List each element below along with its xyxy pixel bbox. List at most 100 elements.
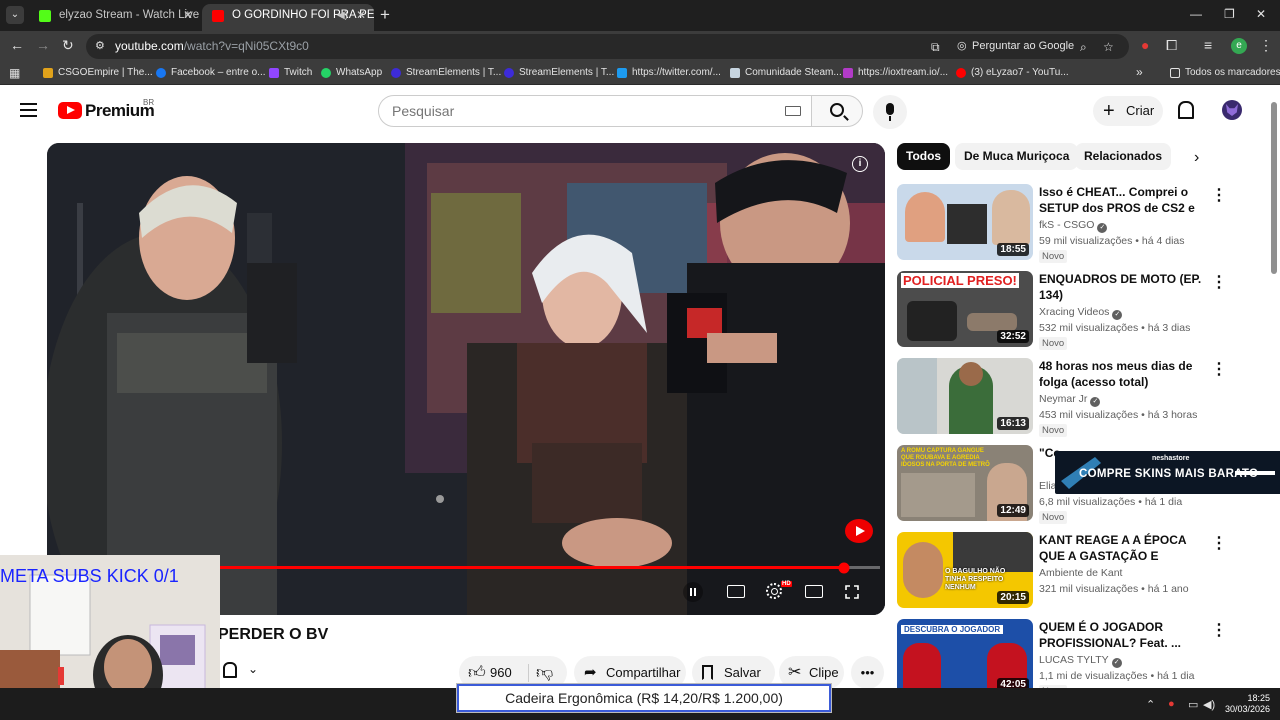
browser-toolbar: ← → ↻ ⚙ youtube.com/watch?v=qNi05CXt9c0 … xyxy=(0,31,1280,61)
bookmark-item[interactable]: StreamElements | T... xyxy=(391,66,501,80)
channel-name[interactable]: LUCAS TYLTY ✓ xyxy=(1039,654,1122,668)
progress-scrubber-wrap xyxy=(838,562,850,574)
bookmark-item[interactable]: Comunidade Steam... xyxy=(730,66,842,80)
theater-mode-icon[interactable] xyxy=(805,585,823,598)
site-info-icon[interactable]: ⚙ xyxy=(95,39,105,52)
chip-related[interactable]: Relacionados xyxy=(1075,143,1172,170)
bookmark-item[interactable]: Facebook – entre o... xyxy=(156,66,266,80)
volume-icon[interactable]: ◀) xyxy=(1203,698,1215,711)
window-close-icon[interactable]: ✕ xyxy=(1256,7,1266,21)
video-thumbnail[interactable]: A ROMU CAPTURA GANGUE QUE ROUBAVA E AGRE… xyxy=(897,445,1033,521)
more-bookmarks-icon[interactable]: » xyxy=(1136,64,1143,80)
close-tab-icon[interactable]: ✕ xyxy=(183,4,193,27)
channel-name[interactable]: Xracing Videos ✓ xyxy=(1039,306,1123,320)
tab-search-button[interactable]: ⌄ xyxy=(6,6,24,24)
address-bar[interactable]: ⚙ youtube.com/watch?v=qNi05CXt9c0 ⧉ ◎ Per… xyxy=(86,34,1129,59)
tray-chevron-icon[interactable]: ⌃ xyxy=(1146,698,1155,711)
video-title[interactable]: Isso é CHEAT... Comprei o SETUP dos PROS… xyxy=(1039,184,1209,216)
more-options-icon[interactable]: ⋮ xyxy=(1211,188,1227,204)
recommended-video[interactable]: DESCUBRA O JOGADOR 42:05 QUEM É O JOGADO… xyxy=(897,619,1262,698)
channel-name[interactable]: Neymar Jr ✓ xyxy=(1039,393,1101,407)
chevron-down-icon[interactable]: ⌄ xyxy=(248,662,258,676)
channel-name[interactable]: Ambiente de Kant xyxy=(1039,567,1122,579)
video-thumbnail[interactable]: DESCUBRA O JOGADOR 42:05 xyxy=(897,619,1033,695)
video-thumbnail[interactable]: O BAGULHO NÃO TINHA RESPEITO NENHUM 20:1… xyxy=(897,532,1033,608)
more-options-icon[interactable]: ⋮ xyxy=(1211,536,1227,552)
recommended-video[interactable]: POLICIAL PRESO! 32:52 ENQUADROS DE MOTO … xyxy=(897,271,1262,350)
search-input[interactable] xyxy=(392,96,752,126)
profile-avatar[interactable]: e xyxy=(1231,38,1247,54)
subtitles-icon[interactable] xyxy=(727,585,745,598)
voice-search-button[interactable] xyxy=(873,95,907,129)
video-thumbnail[interactable]: 18:55 xyxy=(897,184,1033,260)
keyboard-icon[interactable] xyxy=(785,106,801,116)
more-options-icon[interactable]: ⋮ xyxy=(1211,623,1227,639)
more-options-icon[interactable]: ⋮ xyxy=(1211,275,1227,291)
fullscreen-icon[interactable] xyxy=(845,585,859,599)
bookmark-item[interactable]: (3) eLyzao7 - YouTu... xyxy=(956,66,1069,80)
recommended-video[interactable]: 16:13 48 horas nos meus dias de folga (a… xyxy=(897,358,1262,437)
all-bookmarks-folder[interactable]: Todos os marcadores xyxy=(1170,66,1280,80)
reload-icon[interactable]: ↻ xyxy=(62,37,74,53)
video-player[interactable]: i xyxy=(47,143,885,615)
account-avatar[interactable] xyxy=(1222,100,1242,120)
close-tab-icon[interactable]: ✕ xyxy=(356,4,366,27)
audio-playing-icon[interactable]: ◀) xyxy=(337,4,348,27)
install-app-icon[interactable]: ⧉ xyxy=(931,40,940,55)
settings-gear-icon[interactable] xyxy=(766,583,782,599)
video-title[interactable]: KANT REAGE A A ÉPOCA QUE A GASTAÇÃO E PE… xyxy=(1039,532,1209,564)
subscription-bell-icon[interactable] xyxy=(222,662,237,678)
restore-icon[interactable]: ❐ xyxy=(1224,7,1235,21)
ask-google-button[interactable]: ◎ Perguntar ao Google xyxy=(954,36,1082,57)
pause-icon[interactable] xyxy=(683,582,703,602)
more-options-icon[interactable]: ⋮ xyxy=(1211,362,1227,378)
info-icon[interactable]: i xyxy=(852,156,868,172)
more-actions-button[interactable]: ••• xyxy=(851,656,884,689)
video-title[interactable]: QUEM É O JOGADOR PROFISSIONAL? Feat. ... xyxy=(1039,619,1209,651)
browser-tab-active[interactable]: O GORDINHO FOI PRA PER ◀) ✕ xyxy=(202,4,374,31)
back-icon[interactable]: ← xyxy=(10,37,24,53)
forward-icon[interactable]: → xyxy=(36,37,50,53)
video-title[interactable]: ENQUADROS DE MOTO (EP. 134) xyxy=(1039,271,1209,303)
video-title[interactable]: 48 horas nos meus dias de folga (acesso … xyxy=(1039,358,1209,390)
apps-grid-icon[interactable]: ▦ xyxy=(9,65,20,81)
bookmark-star-icon[interactable]: ☆ xyxy=(1103,40,1114,54)
browser-tab[interactable]: elyzao Stream - Watch Live on ✕ xyxy=(29,4,201,31)
system-clock[interactable]: 18:25 30/03/2026 xyxy=(1216,693,1270,715)
bookmark-item[interactable]: StreamElements | T... xyxy=(504,66,614,80)
zoom-icon[interactable]: ⌕ xyxy=(1080,40,1087,55)
bookmark-item[interactable]: https://ioxtream.io/... xyxy=(843,66,948,80)
channel-name[interactable]: fkS - CSGO ✓ xyxy=(1039,219,1108,233)
progress-scrubber[interactable] xyxy=(838,562,850,574)
network-icon[interactable]: ▭ xyxy=(1188,698,1198,711)
youtube-watermark-icon[interactable] xyxy=(845,519,873,543)
page-scrollbar[interactable] xyxy=(1270,92,1278,682)
extensions-puzzle-icon[interactable]: ⧠ xyxy=(1166,37,1177,53)
create-button[interactable]: + Criar xyxy=(1093,96,1163,126)
recommended-video[interactable]: 18:55 Isso é CHEAT... Comprei o SETUP do… xyxy=(897,184,1262,263)
extension-icon[interactable]: ● xyxy=(1141,37,1149,53)
minimize-icon[interactable]: — xyxy=(1190,7,1202,21)
bookmark-item[interactable]: Twitch xyxy=(269,66,312,80)
chip-todos[interactable]: Todos xyxy=(897,143,951,170)
recommended-video[interactable]: O BAGULHO NÃO TINHA RESPEITO NENHUM 20:1… xyxy=(897,532,1262,610)
notifications-bell-icon[interactable] xyxy=(1177,101,1194,119)
browser-menu-icon[interactable]: ⋮ xyxy=(1259,37,1273,53)
clip-label: Clipe xyxy=(809,665,839,680)
bookmark-item[interactable]: CSGOEmpire | The... xyxy=(43,66,153,80)
url-text[interactable]: youtube.com/watch?v=qNi05CXt9c0 xyxy=(115,39,309,53)
bookmark-item[interactable]: https://twitter.com/... xyxy=(617,66,721,80)
youtube-logo-icon[interactable] xyxy=(58,102,82,119)
bookmark-item[interactable]: WhatsApp xyxy=(321,66,382,80)
chevron-right-icon[interactable]: › xyxy=(1194,149,1199,167)
mic-in-use-icon[interactable]: ● xyxy=(1168,698,1175,710)
hamburger-menu-icon[interactable] xyxy=(20,103,37,117)
chip-channel[interactable]: De Muca Muriçoca xyxy=(955,143,1079,170)
new-tab-icon[interactable]: + xyxy=(380,5,390,25)
video-thumbnail[interactable]: POLICIAL PRESO! 32:52 xyxy=(897,271,1033,347)
media-control-icon[interactable]: ≡ xyxy=(1204,37,1212,53)
scrollbar-thumb[interactable] xyxy=(1271,102,1277,274)
search-button[interactable] xyxy=(811,95,863,127)
video-thumbnail[interactable]: 16:13 xyxy=(897,358,1033,434)
progress-bar[interactable] xyxy=(220,565,880,571)
